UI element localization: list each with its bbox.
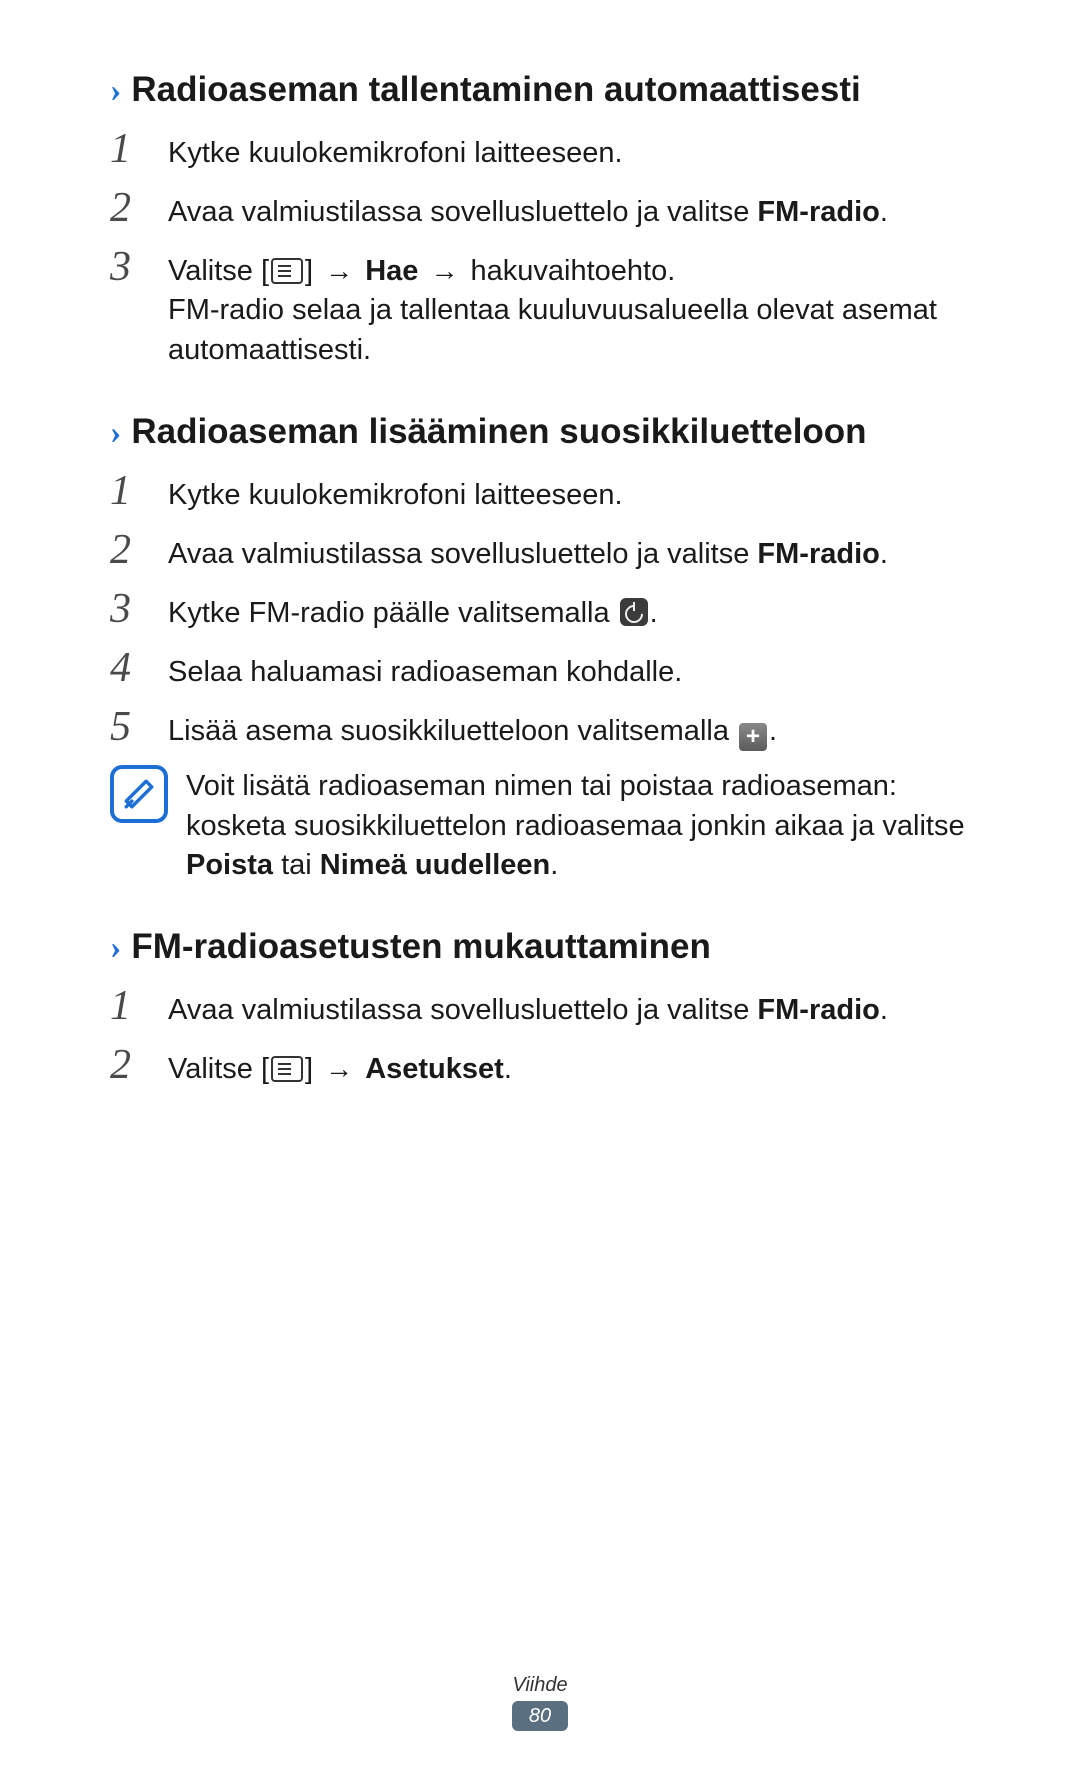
text-bold: Nimeä uudelleen [320,849,550,881]
page: › Radioaseman tallentaminen automaattises… [0,0,1080,1771]
arrow-icon: → [325,252,353,290]
menu-icon [271,258,303,284]
text: Kytke kuulokemikrofoni laitteeseen. [168,137,623,169]
step: 3 Valitse [] → Hae → hakuvaihtoehto. FM-ra… [110,246,970,369]
text-bold: FM-radio [757,196,879,228]
text: tai [273,849,320,881]
step-list: 1 Kytke kuulokemikrofoni laitteeseen. 2 Ava… [110,128,970,370]
section-title: Radioaseman lisääminen suosikkiluetteloo… [131,412,866,452]
text-bold: Asetukset [365,1053,504,1085]
text-bold: FM-radio [757,994,879,1026]
note: Voit lisätä radioaseman nimen tai poista… [110,765,970,884]
text: Valitse [ [168,1053,269,1085]
menu-icon [271,1056,303,1082]
text: . [769,715,777,747]
text: Lisää asema suosikkiluetteloon valitsema… [168,715,737,747]
step-body: Lisää asema suosikkiluetteloon valitsema… [168,706,777,751]
text: . [880,994,888,1026]
step-list: 1 Avaa valmiustilassa sovellusluettelo ja… [110,985,970,1089]
text-bold: Hae [365,255,418,287]
step: 2 Avaa valmiustilassa sovellusluettelo ja… [110,529,970,574]
step-number: 2 [110,187,146,232]
text: Selaa haluamasi radioaseman kohdalle. [168,656,682,688]
step-list: 1 Kytke kuulokemikrofoni laitteeseen. 2 Ava… [110,470,970,752]
text: hakuvaihtoehto. [462,255,675,287]
step-number: 2 [110,529,146,574]
step-body: Valitse [] → Hae → hakuvaihtoehto. FM-rad… [168,246,970,369]
section-heading: › FM-radioasetusten mukauttaminen [110,927,970,967]
step-number: 2 [110,1044,146,1089]
text: Kytke FM-radio päälle valitsemalla [168,597,618,629]
step: 4 Selaa haluamasi radioaseman kohdalle. [110,647,970,692]
text: . [880,196,888,228]
step-body: Kytke FM-radio päälle valitsemalla . [168,588,658,633]
page-number-badge: 80 [512,1701,568,1731]
note-text: Voit lisätä radioaseman nimen tai poista… [186,765,970,884]
step-number: 1 [110,128,146,173]
text: ] [305,255,321,287]
step: 2 Valitse [] → Asetukset. [110,1044,970,1089]
text-bold: Poista [186,849,273,881]
step: 1 Kytke kuulokemikrofoni laitteeseen. [110,128,970,173]
step-body: Kytke kuulokemikrofoni laitteeseen. [168,128,623,173]
footer-section-label: Viihde [0,1674,1080,1697]
step-body: Avaa valmiustilassa sovellusluettelo ja … [168,529,888,574]
step-body: Valitse [] → Asetukset. [168,1044,512,1089]
arrow-icon: → [430,252,458,290]
step: 2 Avaa valmiustilassa sovellusluettelo ja… [110,187,970,232]
text [357,255,365,287]
step-number: 1 [110,985,146,1030]
text [357,1053,365,1085]
section: › Radioaseman lisääminen suosikkiluettelo… [110,412,970,885]
text: . [880,538,888,570]
chevron-icon: › [110,74,121,108]
text: ] [305,1053,321,1085]
step-body: Selaa haluamasi radioaseman kohdalle. [168,647,682,692]
text [418,255,426,287]
step: 1 Kytke kuulokemikrofoni laitteeseen. [110,470,970,515]
arrow-icon: → [325,1050,353,1088]
step-body: Kytke kuulokemikrofoni laitteeseen. [168,470,623,515]
section: › Radioaseman tallentaminen automaattises… [110,70,970,370]
text: . [504,1053,512,1085]
step-body: Avaa valmiustilassa sovellusluettelo ja … [168,187,888,232]
step-number: 3 [110,246,146,369]
section-heading: › Radioaseman lisääminen suosikkiluettelo… [110,412,970,452]
step-number: 1 [110,470,146,515]
step-body: Avaa valmiustilassa sovellusluettelo ja … [168,985,888,1030]
chevron-icon: › [110,931,121,965]
text: Avaa valmiustilassa sovellusluettelo ja … [168,196,757,228]
text: . [550,849,558,881]
plus-icon: + [739,723,767,751]
sections-container: › Radioaseman tallentaminen automaattises… [110,70,970,1089]
step: 5 Lisää asema suosikkiluetteloon valitsem… [110,706,970,751]
text-bold: FM-radio [757,538,879,570]
text: Valitse [ [168,255,269,287]
step-number: 3 [110,588,146,633]
text: Avaa valmiustilassa sovellusluettelo ja … [168,994,757,1026]
section-heading: › Radioaseman tallentaminen automaattises… [110,70,970,110]
note-icon [110,765,168,823]
text: Avaa valmiustilassa sovellusluettelo ja … [168,538,757,570]
page-footer: Viihde 80 [0,1674,1080,1731]
text: . [650,597,658,629]
chevron-icon: › [110,416,121,450]
section-title: Radioaseman tallentaminen automaattisest… [131,70,860,110]
section: › FM-radioasetusten mukauttaminen 1 Avaa va… [110,927,970,1089]
power-icon [620,598,648,626]
step-number: 5 [110,706,146,751]
text: Kytke kuulokemikrofoni laitteeseen. [168,479,623,511]
text: Voit lisätä radioaseman nimen tai poista… [186,770,965,841]
text: FM-radio selaa ja tallentaa kuuluvuusalu… [168,294,937,365]
step: 1 Avaa valmiustilassa sovellusluettelo ja… [110,985,970,1030]
step: 3 Kytke FM-radio päälle valitsemalla . [110,588,970,633]
step-number: 4 [110,647,146,692]
section-title: FM-radioasetusten mukauttaminen [131,927,711,967]
